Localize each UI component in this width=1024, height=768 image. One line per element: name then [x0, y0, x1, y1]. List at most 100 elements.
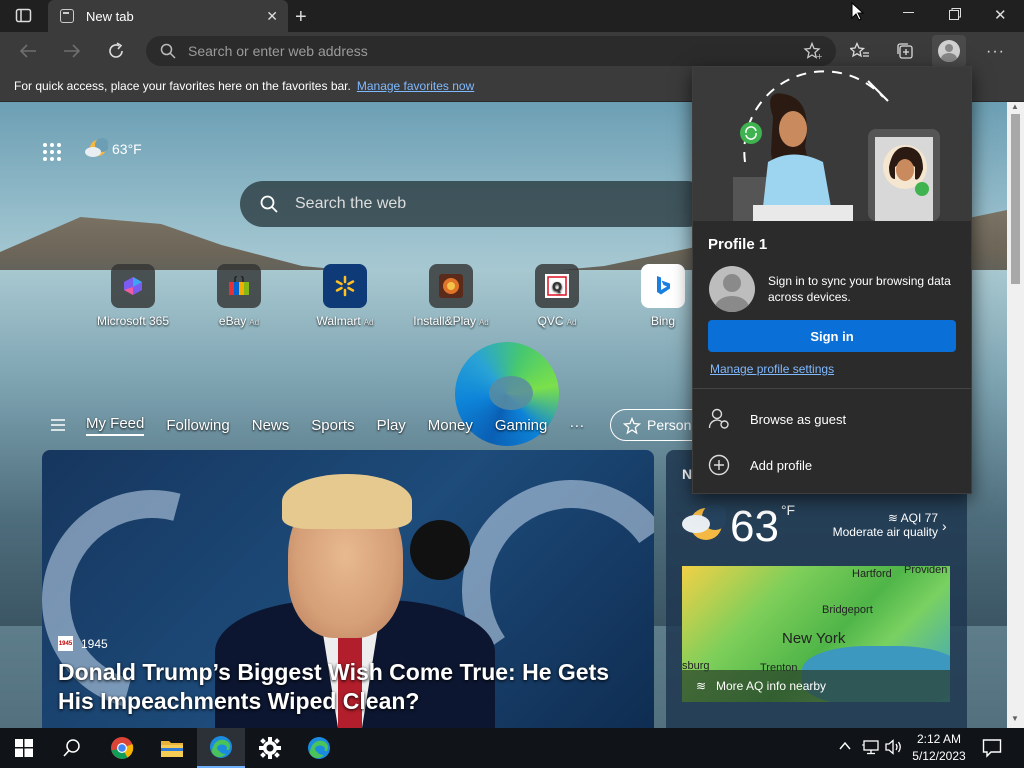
page-scrollbar[interactable]: ▲ ▼: [1007, 102, 1024, 728]
feed-menu-icon[interactable]: [50, 418, 66, 432]
refresh-button[interactable]: [106, 41, 126, 61]
tab-news[interactable]: News: [252, 417, 290, 434]
clock-time: 2:12 AM: [916, 732, 962, 746]
tab-new-tab[interactable]: New tab ✕: [48, 0, 288, 32]
start-button[interactable]: [0, 728, 48, 768]
taskbar-search-icon[interactable]: [48, 728, 96, 768]
web-search-box[interactable]: Search the web: [240, 181, 710, 227]
profile-avatar: [709, 266, 755, 312]
chevron-right-icon[interactable]: ›: [942, 518, 947, 534]
tab-sports[interactable]: Sports: [311, 417, 354, 434]
weather-widget[interactable]: 63°F: [84, 138, 142, 160]
add-favorite-icon[interactable]: +: [803, 42, 823, 60]
sync-message: Sign in to sync your browsing data acros…: [768, 274, 951, 304]
forward-button[interactable]: [62, 42, 82, 60]
app-launcher-icon[interactable]: [42, 142, 62, 162]
tab-actions-icon[interactable]: [15, 7, 33, 25]
sign-in-button[interactable]: Sign in: [708, 320, 956, 352]
news-source: 1945 1945: [58, 636, 108, 651]
personalize-star-icon: [623, 417, 641, 435]
address-bar[interactable]: Search or enter web address: [146, 36, 836, 66]
news-headline[interactable]: Donald Trump’s Biggest Wish Come True: H…: [58, 658, 648, 716]
volume-icon[interactable]: [885, 739, 903, 755]
settings-gear-icon[interactable]: [246, 728, 294, 768]
guest-person-icon: [708, 408, 730, 430]
news-source-name: 1945: [81, 636, 108, 651]
manage-profile-settings-link[interactable]: Manage profile settings: [710, 362, 834, 376]
tab-following[interactable]: Following: [166, 417, 229, 434]
aqi-value: AQI 77: [900, 511, 938, 525]
restore-button[interactable]: [949, 8, 961, 20]
address-placeholder: Search or enter web address: [188, 43, 368, 59]
new-tab-button[interactable]: +: [295, 6, 307, 29]
search-icon: [160, 43, 176, 59]
weather-card-temp: 63 °F: [730, 502, 796, 551]
file-explorer-icon[interactable]: [148, 728, 196, 768]
scroll-down-icon[interactable]: ▼: [1011, 714, 1019, 723]
tab-gaming[interactable]: Gaming: [495, 417, 548, 434]
close-tab-icon[interactable]: ✕: [266, 8, 278, 25]
network-icon[interactable]: [862, 739, 880, 755]
source-logo-icon: 1945: [58, 636, 73, 651]
search-icon: [260, 195, 278, 213]
microsoft-365-icon: [111, 264, 155, 308]
browse-as-guest-button[interactable]: Browse as guest: [708, 407, 846, 431]
more-aq-info-link[interactable]: ≋ More AQ info nearby: [682, 670, 950, 702]
edge-taskbar-icon[interactable]: [295, 728, 343, 768]
quicklink-ebay[interactable]: eBay Ad: [184, 264, 294, 328]
back-button[interactable]: [18, 42, 38, 60]
scrollbar-thumb[interactable]: [1011, 114, 1020, 284]
close-window-button[interactable]: ✕: [994, 6, 1007, 24]
manage-favorites-link[interactable]: Manage favorites now: [357, 79, 474, 93]
collections-icon[interactable]: [895, 41, 915, 61]
profile-name: Profile 1: [708, 236, 768, 253]
add-profile-button[interactable]: Add profile: [708, 453, 812, 477]
bing-icon: [641, 264, 685, 308]
tab-play[interactable]: Play: [377, 417, 406, 434]
svg-text:Q: Q: [552, 280, 562, 294]
aqi-description: Moderate air quality: [832, 525, 938, 539]
more-tabs-button[interactable]: ···: [569, 417, 584, 434]
settings-more-icon[interactable]: ···: [986, 43, 1005, 61]
weather-temp: 63°F: [112, 141, 142, 157]
feed-tabs: My Feed Following News Sports Play Money…: [86, 410, 666, 440]
taskbar-clock[interactable]: 2:12 AM 5/12/2023: [906, 731, 972, 765]
svg-text:+: +: [816, 52, 823, 60]
scroll-up-icon[interactable]: ▲: [1011, 102, 1019, 111]
favbar-message: For quick access, place your favorites h…: [14, 78, 351, 93]
avatar: [938, 40, 960, 62]
tab-my-feed[interactable]: My Feed: [86, 415, 145, 436]
profile-button[interactable]: [932, 35, 966, 67]
weather-card-unit: °F: [780, 502, 796, 518]
partly-cloudy-night-icon: [84, 138, 108, 160]
partly-cloudy-night-icon: [680, 504, 726, 546]
install-play-icon: [429, 264, 473, 308]
minimize-button[interactable]: [903, 12, 914, 13]
mouse-cursor-icon: [850, 2, 864, 22]
notifications-icon[interactable]: [982, 738, 1002, 758]
quicklink-qvc[interactable]: Q QVC Ad: [502, 264, 612, 328]
tab-money[interactable]: Money: [428, 417, 473, 434]
quicklink-walmart[interactable]: Walmart Ad: [290, 264, 400, 328]
quicklink-install-play[interactable]: Install&Play Ad: [396, 264, 506, 328]
chrome-icon[interactable]: [98, 728, 146, 768]
ebay-icon: [217, 264, 261, 308]
news-image-hair: [282, 474, 412, 529]
aqi-info[interactable]: ≋ AQI 77 Moderate air quality: [820, 511, 938, 539]
qvc-icon: Q: [535, 264, 579, 308]
aqi-icon: ≋: [887, 511, 901, 525]
sync-illustration: [693, 67, 971, 221]
tab-title: New tab: [86, 8, 134, 24]
new-tab-page-icon: [60, 9, 74, 23]
search-placeholder: Search the web: [295, 195, 407, 212]
add-circle-icon: [708, 454, 730, 476]
edge-taskbar-icon-active[interactable]: [197, 728, 245, 768]
quicklink-microsoft-365[interactable]: Microsoft 365: [78, 264, 188, 328]
aqi-icon: ≋: [696, 679, 707, 693]
divider: [693, 388, 971, 389]
walmart-icon: [323, 264, 367, 308]
news-image-microphone: [410, 520, 470, 580]
show-hidden-icons-chevron-icon[interactable]: [838, 740, 852, 752]
favorites-icon[interactable]: [850, 42, 870, 60]
weather-card-header: N: [682, 466, 693, 482]
